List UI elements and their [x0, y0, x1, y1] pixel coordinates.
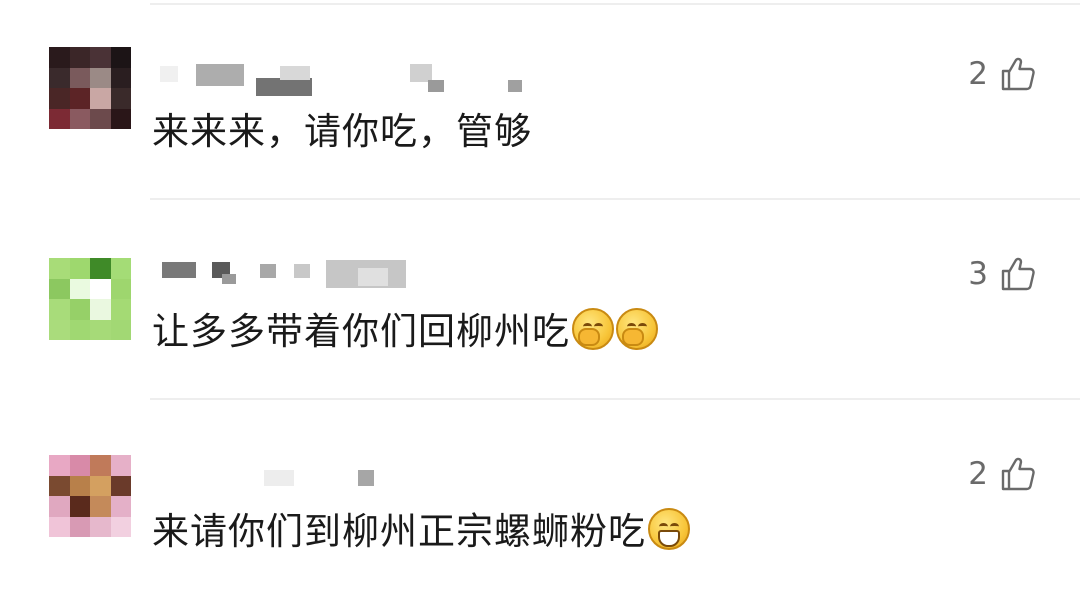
avatar-pixel	[90, 496, 111, 517]
thinking-emoji	[616, 308, 658, 350]
like-count: 3	[968, 256, 988, 292]
avatar-pixel	[69, 496, 90, 517]
avatar-pixel	[110, 475, 131, 496]
avatar-pixel	[49, 475, 70, 496]
avatar-pixel	[110, 516, 131, 537]
avatar-pixel	[110, 496, 131, 517]
avatar-pixel	[69, 516, 90, 537]
avatar-pixel	[49, 47, 70, 68]
avatar-pixel	[110, 67, 131, 88]
avatar-pixel	[90, 516, 111, 537]
like-button[interactable]: 2	[968, 56, 1036, 92]
avatar-pixel	[49, 258, 70, 279]
comment-text: 让多多带着你们回柳州吃	[152, 307, 658, 357]
like-count: 2	[968, 56, 988, 92]
comment-item: 来来来，请你吃，管够 2	[0, 0, 1080, 200]
avatar-pixel	[90, 319, 111, 340]
blurred-username[interactable]	[160, 460, 540, 500]
avatar-pixel	[69, 475, 90, 496]
thinking-emoji	[572, 308, 614, 350]
avatar-pixel	[69, 455, 90, 476]
avatar[interactable]	[49, 455, 131, 537]
avatar-pixel	[110, 258, 131, 279]
avatar-pixel	[90, 108, 111, 129]
avatar-pixel	[49, 67, 70, 88]
avatar-pixel	[90, 258, 111, 279]
thumbs-up-icon	[1001, 57, 1035, 91]
avatar-pixel	[69, 47, 90, 68]
avatar-pixel	[110, 47, 131, 68]
thumbs-up-icon	[1001, 257, 1035, 291]
blurred-username[interactable]	[160, 60, 540, 100]
avatar-pixel	[90, 88, 111, 109]
avatar-pixel	[110, 299, 131, 320]
avatar-pixel	[110, 455, 131, 476]
avatar-pixel	[110, 88, 131, 109]
avatar-pixel	[49, 455, 70, 476]
avatar-pixel	[69, 88, 90, 109]
avatar-pixel	[49, 299, 70, 320]
avatar-pixel	[69, 258, 90, 279]
avatar-pixel	[49, 496, 70, 517]
comment-item: 让多多带着你们回柳州吃 3	[0, 200, 1080, 400]
avatar-pixel	[110, 278, 131, 299]
avatar-pixel	[90, 67, 111, 88]
grinning-emoji	[648, 508, 690, 550]
blurred-username[interactable]	[160, 260, 540, 300]
avatar-pixel	[49, 516, 70, 537]
avatar-pixel	[110, 108, 131, 129]
avatar-pixel	[49, 108, 70, 129]
avatar-pixel	[69, 278, 90, 299]
comment-text: 来来来，请你吃，管够	[152, 110, 532, 153]
avatar[interactable]	[49, 47, 131, 129]
like-button[interactable]: 2	[968, 456, 1036, 492]
avatar-pixel	[90, 47, 111, 68]
avatar-pixel	[49, 319, 70, 340]
avatar-pixel	[69, 67, 90, 88]
comment-item: 来请你们到柳州正宗螺蛳粉吃 2	[0, 400, 1080, 600]
comment-text: 来请你们到柳州正宗螺蛳粉吃	[152, 507, 690, 557]
avatar-pixel	[69, 299, 90, 320]
like-button[interactable]: 3	[968, 256, 1036, 292]
avatar-pixel	[90, 278, 111, 299]
like-count: 2	[968, 456, 988, 492]
avatar-pixel	[90, 299, 111, 320]
avatar-pixel	[90, 475, 111, 496]
avatar[interactable]	[49, 258, 131, 340]
thumbs-up-icon	[1001, 457, 1035, 491]
avatar-pixel	[49, 278, 70, 299]
avatar-pixel	[69, 319, 90, 340]
avatar-pixel	[69, 108, 90, 129]
avatar-pixel	[90, 455, 111, 476]
avatar-pixel	[110, 319, 131, 340]
avatar-pixel	[49, 88, 70, 109]
